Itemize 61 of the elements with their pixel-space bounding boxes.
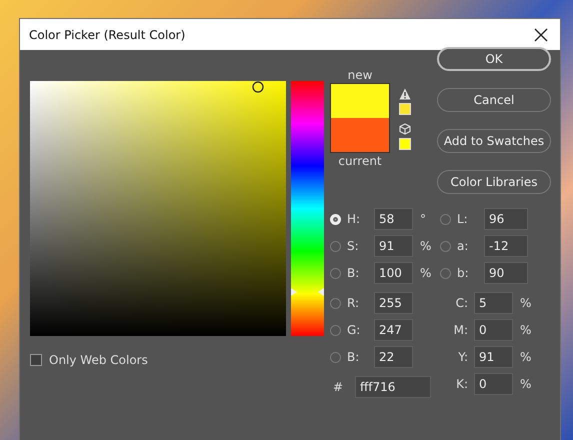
unit-label: % [420,239,432,253]
input-field[interactable]: -12 [484,235,528,257]
new-label: new [348,67,372,83]
input-field[interactable]: 0 [474,319,513,341]
radio-button[interactable] [330,298,341,308]
input-field[interactable]: 0 [474,373,513,395]
hue-slider-thumb[interactable] [291,288,324,296]
dialog-button[interactable]: OK [437,47,551,71]
field-label: Y: [457,350,468,364]
unit-label: % [520,296,532,310]
input-field[interactable]: 58 [374,208,413,230]
unit-label: % [520,377,532,391]
checkbox[interactable] [30,354,42,366]
color-marker-icon[interactable] [252,81,264,93]
dialog-button[interactable]: Color Libraries [437,170,551,194]
input-field[interactable]: 22 [374,346,413,368]
input-field[interactable]: 247 [374,319,413,341]
unit-label: % [520,323,532,337]
input-field[interactable]: 96 [484,208,528,230]
radio-button[interactable] [330,352,341,362]
color-field[interactable] [30,81,286,336]
radio-button[interactable] [440,240,451,252]
radio-button[interactable] [440,268,451,278]
radio-button[interactable] [440,214,451,224]
input-field[interactable]: 91 [474,346,513,368]
input-field[interactable]: 255 [374,292,413,314]
close-icon[interactable] [534,28,548,42]
checkbox-label: Only Web Colors [49,353,148,367]
input-field[interactable]: 100 [374,262,413,284]
warning-icon [399,88,411,100]
field-label: L: [457,212,469,226]
current-label: current [338,153,382,169]
field-label: K: [455,377,468,391]
field-label: B: [347,350,360,364]
color-swatch[interactable] [399,138,411,150]
field-label: B: [347,266,360,280]
field-label: M: [452,323,468,337]
hash-label: # [332,380,344,394]
unit-label: % [420,266,432,280]
radio-button[interactable] [330,324,341,336]
dialog-button[interactable]: Cancel [437,88,551,112]
field-label: G: [347,323,362,337]
dialog-button[interactable]: Add to Swatches [437,129,551,153]
hue-slider[interactable] [291,81,324,336]
field-label: b: [457,266,470,280]
cube-icon [399,123,411,135]
field-label: S: [347,239,360,253]
unit-label: % [520,350,532,364]
hex-input-field[interactable]: fff716 [355,376,431,398]
input-field[interactable]: 91 [374,235,413,257]
unit-label: ° [420,212,426,226]
radio-button[interactable] [330,240,341,252]
radio-button[interactable] [330,268,341,278]
field-label: R: [347,296,360,310]
field-label: a: [457,239,470,253]
window-title: Color Picker (Result Color) [29,28,186,42]
input-field[interactable]: 5 [474,292,513,314]
field-label: H: [347,212,362,226]
color-swatch[interactable] [399,103,411,115]
field-label: C: [454,296,468,310]
input-field[interactable]: 90 [484,262,528,284]
